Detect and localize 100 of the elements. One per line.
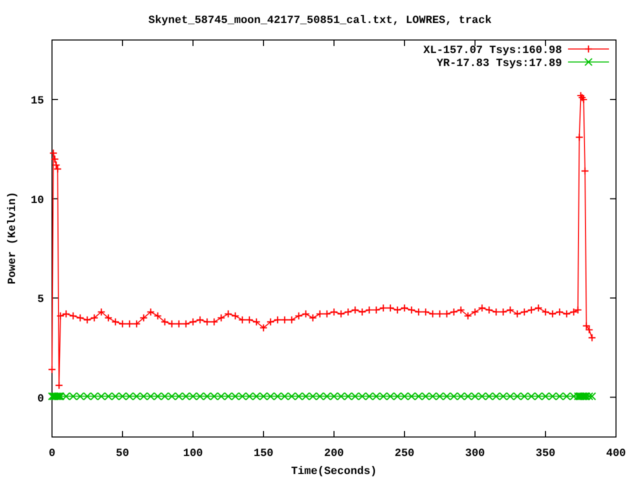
- data-point: [407, 392, 416, 400]
- tick-label: 200: [324, 448, 344, 460]
- data-point: [294, 392, 303, 400]
- data-point: [294, 312, 303, 320]
- data-point: [238, 392, 246, 400]
- data-point: [188, 392, 198, 400]
- data-point: [56, 312, 65, 320]
- data-point: [62, 310, 70, 318]
- data-point: [217, 392, 226, 400]
- data-point: [393, 306, 402, 314]
- data-point: [302, 310, 310, 318]
- data-point: [196, 392, 204, 400]
- tick-label: 15: [30, 96, 44, 108]
- data-point: [548, 310, 557, 318]
- data-point: [125, 320, 134, 328]
- data-point: [585, 326, 594, 334]
- data-point: [520, 392, 528, 400]
- data-point: [49, 149, 58, 158]
- data-point: [111, 392, 120, 400]
- tick-label: 50: [116, 448, 130, 460]
- data-point: [238, 316, 246, 324]
- data-point: [492, 392, 500, 400]
- data-point: [90, 314, 98, 322]
- data-point: [308, 392, 317, 400]
- data-point: [400, 392, 409, 400]
- legend-label: XL-157.07 Tsys:160.98: [423, 45, 562, 57]
- data-point: [146, 308, 155, 316]
- data-point: [274, 316, 282, 324]
- data-point: [231, 312, 240, 320]
- data-point: [436, 392, 444, 400]
- data-point: [464, 312, 472, 320]
- data-point: [393, 392, 402, 400]
- data-point: [104, 392, 112, 400]
- data-point: [365, 392, 374, 400]
- data-point: [358, 392, 366, 400]
- data-point: [506, 306, 514, 314]
- data-point: [196, 316, 204, 324]
- data-point: [330, 392, 338, 400]
- data-point: [400, 304, 409, 312]
- data-point: [274, 392, 282, 400]
- legend-line-icon: [568, 58, 610, 66]
- data-point: [520, 308, 528, 316]
- data-point: [83, 392, 92, 400]
- data-point: [146, 392, 155, 400]
- data-point: [450, 392, 458, 400]
- data-point: [140, 314, 148, 322]
- data-point: [288, 392, 296, 400]
- data-point: [224, 310, 232, 318]
- data-point: [456, 392, 465, 400]
- data-point: [83, 316, 92, 324]
- data-point: [372, 306, 380, 314]
- data-point: [534, 392, 543, 400]
- data-point: [548, 392, 557, 400]
- data-point: [50, 155, 59, 164]
- data-point: [541, 392, 550, 400]
- y-axis-label: Power (Kelvin): [7, 192, 19, 284]
- data-point: [556, 392, 564, 400]
- data-point: [556, 308, 564, 316]
- data-point: [259, 324, 268, 332]
- data-point: [69, 392, 78, 400]
- tick-label: 10: [30, 194, 44, 207]
- data-point: [210, 318, 218, 326]
- data-point: [140, 392, 148, 400]
- data-point: [330, 308, 338, 316]
- data-point: [562, 392, 571, 400]
- data-point: [379, 304, 388, 312]
- data-point: [266, 318, 275, 326]
- tick-label: 250: [394, 448, 414, 460]
- data-point: [534, 304, 543, 312]
- data-point: [344, 308, 352, 316]
- data-point: [428, 310, 437, 318]
- data-point: [62, 392, 70, 400]
- tick-label: 0: [37, 393, 44, 406]
- data-point: [358, 308, 366, 316]
- legend-label: YR-17.83 Tsys:17.89: [436, 58, 562, 70]
- data-point: [154, 392, 162, 400]
- data-point: [203, 392, 212, 400]
- data-point: [578, 93, 586, 102]
- data-point: [90, 392, 98, 400]
- data-point: [252, 392, 261, 400]
- data-point: [588, 334, 596, 342]
- data-point: [322, 310, 332, 318]
- tick-label: 400: [606, 448, 626, 460]
- data-point: [414, 308, 423, 316]
- data-point: [182, 320, 190, 328]
- data-point: [442, 310, 451, 318]
- data-point: [499, 308, 508, 316]
- data-point: [582, 322, 590, 330]
- tick-label: 350: [536, 448, 556, 460]
- tick-label: 100: [183, 448, 203, 460]
- data-point: [245, 316, 254, 324]
- tick-label: 5: [37, 294, 44, 306]
- data-point: [259, 392, 268, 400]
- data-point: [576, 91, 585, 100]
- data-point: [344, 392, 352, 400]
- data-point: [231, 392, 240, 400]
- data-point: [69, 312, 78, 320]
- data-point: [351, 306, 360, 314]
- legend-line-icon: [568, 44, 610, 54]
- data-point: [48, 365, 56, 374]
